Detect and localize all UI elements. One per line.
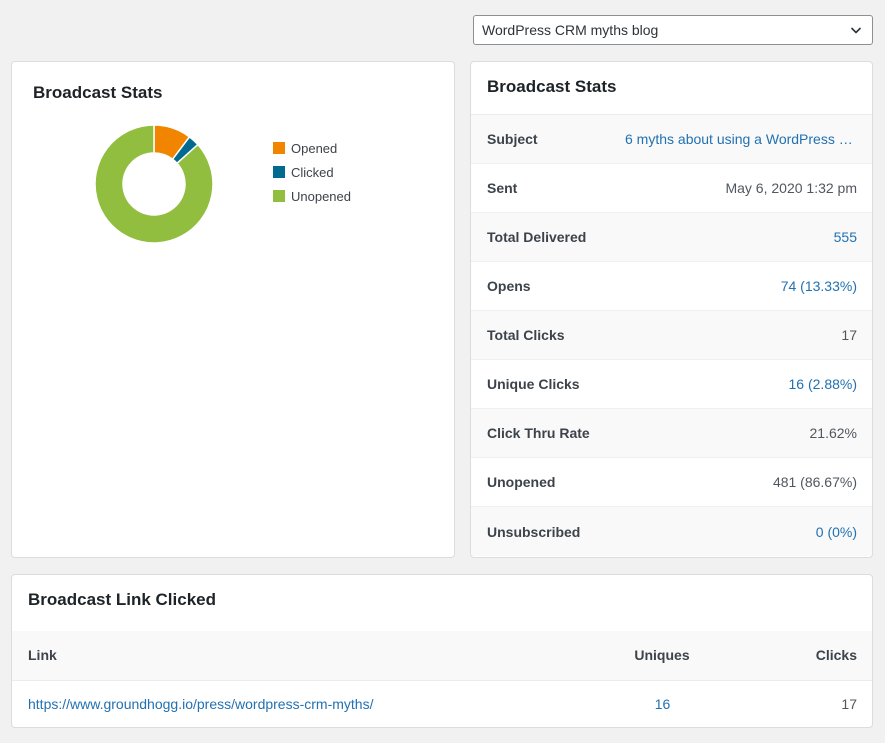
- link-table: Link Uniques Clicks https://www.groundho…: [12, 631, 872, 727]
- stats-row-total-delivered: Total Delivered 555: [471, 213, 872, 262]
- stats-row-total-clicks: Total Clicks 17: [471, 311, 872, 360]
- stats-row-sent: Sent May 6, 2020 1:32 pm: [471, 164, 872, 213]
- stats-row-value[interactable]: 74 (13.33%): [781, 278, 857, 294]
- stats-row-opens: Opens 74 (13.33%): [471, 262, 872, 311]
- stats-row-value[interactable]: 16 (2.88%): [789, 376, 857, 392]
- stats-row-label: Sent: [487, 180, 518, 196]
- link-card-title: Broadcast Link Clicked: [28, 590, 217, 609]
- legend-item-unopened[interactable]: Unopened: [273, 184, 351, 208]
- stats-row-value[interactable]: 6 myths about using a WordPress CRM: [625, 131, 857, 147]
- stats-row-label: Unopened: [487, 474, 556, 490]
- column-header-link: Link: [12, 631, 602, 681]
- stats-row-label: Subject: [487, 131, 538, 147]
- stats-row-label: Total Clicks: [487, 327, 565, 343]
- legend-item-opened[interactable]: Opened: [273, 136, 351, 160]
- stats-table: Subject 6 myths about using a WordPress C…: [471, 115, 872, 556]
- stats-row-value: 17: [841, 327, 857, 343]
- table-row: https://www.groundhogg.io/press/wordpres…: [12, 680, 872, 727]
- stats-card-title: Broadcast Stats: [487, 77, 617, 96]
- legend-swatch: [273, 166, 285, 178]
- clicked-link[interactable]: https://www.groundhogg.io/press/wordpres…: [28, 696, 373, 712]
- stats-row-subject: Subject 6 myths about using a WordPress C…: [471, 115, 872, 164]
- clicks-count: 17: [841, 696, 857, 713]
- stats-row-value: 21.62%: [809, 425, 857, 441]
- stats-row-label: Total Delivered: [487, 229, 587, 245]
- chevron-down-icon: [848, 22, 864, 38]
- broadcast-select[interactable]: WordPress CRM myths blog: [473, 15, 873, 45]
- legend-swatch: [273, 190, 285, 202]
- stats-row-unopened: Unopened 481 (86.67%): [471, 458, 872, 507]
- link-card-header: Broadcast Link Clicked: [12, 575, 872, 631]
- column-header-clicks: Clicks: [722, 631, 872, 681]
- stats-row-click-thru-rate: Click Thru Rate 21.62%: [471, 409, 872, 458]
- stats-row-value[interactable]: 0 (0%): [816, 524, 857, 540]
- stats-row-value[interactable]: 555: [834, 229, 857, 245]
- stats-row-value: 481 (86.67%): [772, 474, 857, 490]
- uniques-count-link[interactable]: 16: [655, 696, 671, 712]
- stats-row-unsubscribed: Unsubscribed 0 (0%): [471, 507, 872, 556]
- legend-swatch: [273, 142, 285, 154]
- stats-row-label: Click Thru Rate: [487, 425, 590, 441]
- donut-chart: [94, 124, 214, 244]
- broadcast-stats-card: Broadcast Stats Subject 6 myths about usi…: [470, 61, 873, 558]
- stats-row-label: Opens: [487, 278, 531, 294]
- broadcast-chart-card: Broadcast Stats Opened Clicked Unopened: [11, 61, 455, 558]
- chart-legend: Opened Clicked Unopened: [273, 136, 351, 208]
- column-header-uniques: Uniques: [602, 631, 722, 681]
- stats-row-unique-clicks: Unique Clicks 16 (2.88%): [471, 360, 872, 409]
- stats-row-label: Unique Clicks: [487, 376, 580, 392]
- link-clicked-card: Broadcast Link Clicked Link Uniques Clic…: [11, 574, 873, 728]
- legend-label: Unopened: [291, 188, 351, 204]
- legend-label: Opened: [291, 140, 338, 156]
- stats-row-label: Unsubscribed: [487, 523, 581, 540]
- link-table-header-row: Link Uniques Clicks: [12, 631, 872, 681]
- broadcast-report-page: WordPress CRM myths blog Broadcast Stats…: [0, 0, 885, 743]
- legend-item-clicked[interactable]: Clicked: [273, 160, 351, 184]
- stats-card-header: Broadcast Stats: [471, 62, 872, 115]
- broadcast-select-value: WordPress CRM myths blog: [482, 22, 659, 38]
- chart-card-title: Broadcast Stats: [33, 83, 163, 102]
- legend-label: Clicked: [291, 164, 334, 180]
- stats-row-value: May 6, 2020 1:32 pm: [725, 180, 857, 196]
